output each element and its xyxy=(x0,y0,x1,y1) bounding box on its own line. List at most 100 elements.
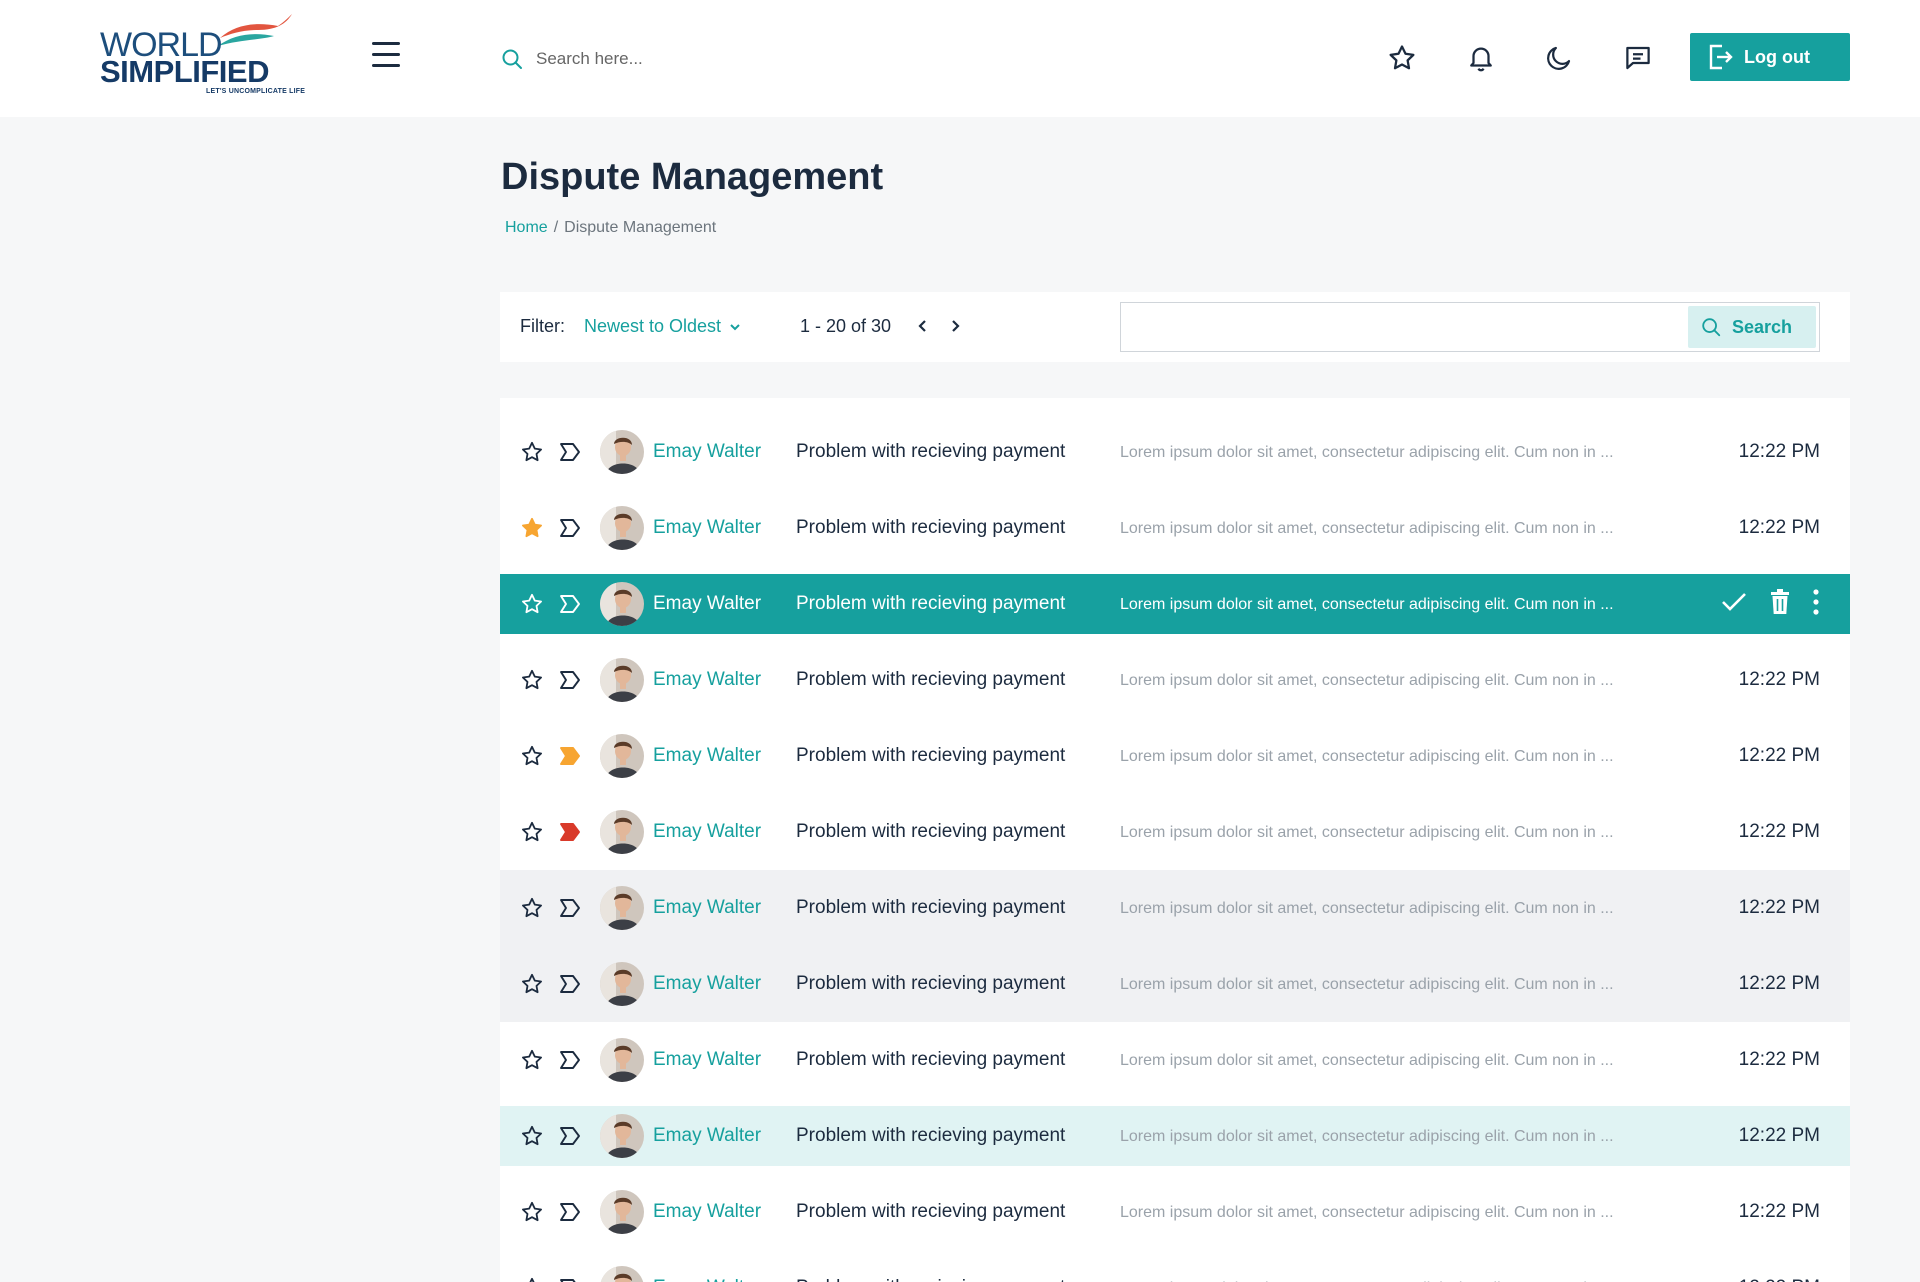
message-time: 12:22 PM xyxy=(1738,669,1820,690)
list-search-input[interactable] xyxy=(1127,309,1687,345)
label-tag-icon[interactable] xyxy=(558,1277,582,1282)
sender-name[interactable]: Emay Walter xyxy=(653,821,761,843)
star-icon[interactable] xyxy=(520,1124,544,1148)
favorites-button[interactable] xyxy=(1384,40,1420,76)
logout-button[interactable]: Log out xyxy=(1690,33,1850,81)
list-row[interactable]: Emay Walter Problem with recieving paymen… xyxy=(500,794,1850,870)
list-row[interactable]: Emay Walter Problem with recieving paymen… xyxy=(500,1106,1850,1166)
list-toolbar: Filter: Newest to Oldest 1 - 20 of 30 Se… xyxy=(500,292,1850,362)
dispute-subject[interactable]: Problem with recieving payment xyxy=(796,973,1065,995)
menu-bar-icon xyxy=(372,64,400,67)
filter-label: Filter: xyxy=(520,316,565,336)
list-row[interactable]: Emay Walter Problem with recieving paymen… xyxy=(500,574,1850,634)
star-icon[interactable] xyxy=(520,440,544,464)
dispute-subject[interactable]: Problem with recieving payment xyxy=(796,1201,1065,1223)
message-preview: Lorem ipsum dolor sit amet, consectetur … xyxy=(1120,900,1614,917)
label-tag-icon[interactable] xyxy=(558,897,582,919)
sender-name[interactable]: Emay Walter xyxy=(653,517,761,539)
avatar xyxy=(600,582,644,626)
message-time: 12:22 PM xyxy=(1739,1277,1820,1282)
sender-name[interactable]: Emay Walter xyxy=(653,897,761,919)
dispute-subject[interactable]: Problem with recieving payment xyxy=(796,745,1065,767)
sender-name[interactable]: Emay Walter xyxy=(653,1277,761,1282)
messages-button[interactable] xyxy=(1620,40,1656,76)
list-row[interactable]: Emay Walter Problem with recieving paymen… xyxy=(500,642,1850,718)
sender-name[interactable]: Emay Walter xyxy=(653,973,761,995)
label-tag-icon[interactable] xyxy=(558,821,582,843)
notifications-button[interactable] xyxy=(1463,40,1499,76)
message-time: 12:22 PM xyxy=(1738,897,1820,918)
star-icon[interactable] xyxy=(520,896,544,920)
star-icon[interactable] xyxy=(520,592,544,616)
list-row[interactable]: Emay Walter Problem with recieving paymen… xyxy=(500,1022,1850,1098)
avatar xyxy=(600,962,644,1006)
star-icon[interactable] xyxy=(520,820,544,844)
star-icon[interactable] xyxy=(520,744,544,768)
brand-line2: SIMPLIFIED xyxy=(100,54,269,89)
avatar xyxy=(600,810,644,854)
check-icon[interactable] xyxy=(1720,590,1748,614)
message-preview: Lorem ipsum dolor sit amet, consectetur … xyxy=(1120,672,1614,689)
hamburger-menu-button[interactable] xyxy=(372,42,404,72)
sender-name[interactable]: Emay Walter xyxy=(653,669,761,691)
list-row[interactable]: Emay Walter Problem with recieving paymen… xyxy=(500,1250,1850,1282)
message-time: 12:22 PM xyxy=(1738,1125,1820,1146)
label-tag-icon[interactable] xyxy=(558,745,582,767)
dispute-subject[interactable]: Problem with recieving payment xyxy=(796,821,1065,843)
label-tag-icon[interactable] xyxy=(558,593,582,615)
list-row[interactable]: Emay Walter Problem with recieving paymen… xyxy=(500,870,1850,946)
global-search-input[interactable] xyxy=(536,44,976,74)
dispute-subject[interactable]: Problem with recieving payment xyxy=(796,441,1065,463)
filter-dropdown[interactable]: Newest to Oldest xyxy=(584,316,741,337)
prev-page-button[interactable] xyxy=(912,314,934,338)
chevron-left-icon xyxy=(918,320,926,332)
sender-name[interactable]: Emay Walter xyxy=(653,593,761,615)
dispute-subject[interactable]: Problem with recieving payment xyxy=(796,669,1065,691)
list-row[interactable]: Emay Walter Problem with recieving paymen… xyxy=(500,718,1850,794)
trash-icon[interactable] xyxy=(1768,588,1792,616)
bell-icon xyxy=(1470,47,1492,72)
list-row[interactable]: Emay Walter Problem with recieving paymen… xyxy=(500,414,1850,490)
brand-tagline: LET'S UNCOMPLICATE LIFE xyxy=(206,88,306,95)
list-row[interactable]: Emay Walter Problem with recieving paymen… xyxy=(500,1174,1850,1250)
label-tag-icon[interactable] xyxy=(558,1049,582,1071)
chat-icon xyxy=(1626,46,1650,70)
star-filled-icon[interactable] xyxy=(520,516,544,540)
brand-logo[interactable]: WORLD SIMPLIFIED LET'S UNCOMPLICATE LIFE xyxy=(100,10,305,100)
star-icon[interactable] xyxy=(520,972,544,996)
label-tag-icon[interactable] xyxy=(558,517,582,539)
dispute-subject[interactable]: Problem with recieving payment xyxy=(796,1125,1065,1147)
list-row[interactable]: Emay Walter Problem with recieving paymen… xyxy=(500,946,1850,1022)
search-button[interactable]: Search xyxy=(1688,306,1816,348)
menu-bar-icon xyxy=(372,53,400,56)
star-icon[interactable] xyxy=(520,1048,544,1072)
dispute-subject[interactable]: Problem with recieving payment xyxy=(796,593,1065,615)
label-tag-icon[interactable] xyxy=(558,973,582,995)
dispute-subject[interactable]: Problem with recieving payment xyxy=(796,1277,1065,1282)
sender-name[interactable]: Emay Walter xyxy=(653,1201,761,1223)
next-page-button[interactable] xyxy=(944,314,966,338)
dark-mode-toggle[interactable] xyxy=(1541,40,1577,76)
label-tag-icon[interactable] xyxy=(558,1201,582,1223)
sender-name[interactable]: Emay Walter xyxy=(653,1049,761,1071)
label-tag-icon[interactable] xyxy=(558,1125,582,1147)
dispute-subject[interactable]: Problem with recieving payment xyxy=(796,517,1065,539)
message-preview: Lorem ipsum dolor sit amet, consectetur … xyxy=(1120,1052,1614,1069)
breadcrumb-home-link[interactable]: Home xyxy=(505,219,548,236)
more-vertical-icon[interactable] xyxy=(1812,588,1820,616)
flag-swoosh-icon xyxy=(218,14,292,46)
list-row[interactable]: Emay Walter Problem with recieving paymen… xyxy=(500,490,1850,566)
dispute-subject[interactable]: Problem with recieving payment xyxy=(796,897,1065,919)
dispute-subject[interactable]: Problem with recieving payment xyxy=(796,1049,1065,1071)
sender-name[interactable]: Emay Walter xyxy=(653,441,761,463)
label-tag-icon[interactable] xyxy=(558,669,582,691)
top-header: WORLD SIMPLIFIED LET'S UNCOMPLICATE LIFE xyxy=(0,0,1920,117)
label-tag-icon[interactable] xyxy=(558,441,582,463)
breadcrumb: Home / Dispute Management xyxy=(505,219,716,237)
star-icon[interactable] xyxy=(520,668,544,692)
sender-name[interactable]: Emay Walter xyxy=(653,745,761,767)
message-time: 12:22 PM xyxy=(1738,441,1820,462)
star-icon[interactable] xyxy=(520,1200,544,1224)
sender-name[interactable]: Emay Walter xyxy=(653,1125,761,1147)
star-icon[interactable] xyxy=(520,1276,544,1282)
